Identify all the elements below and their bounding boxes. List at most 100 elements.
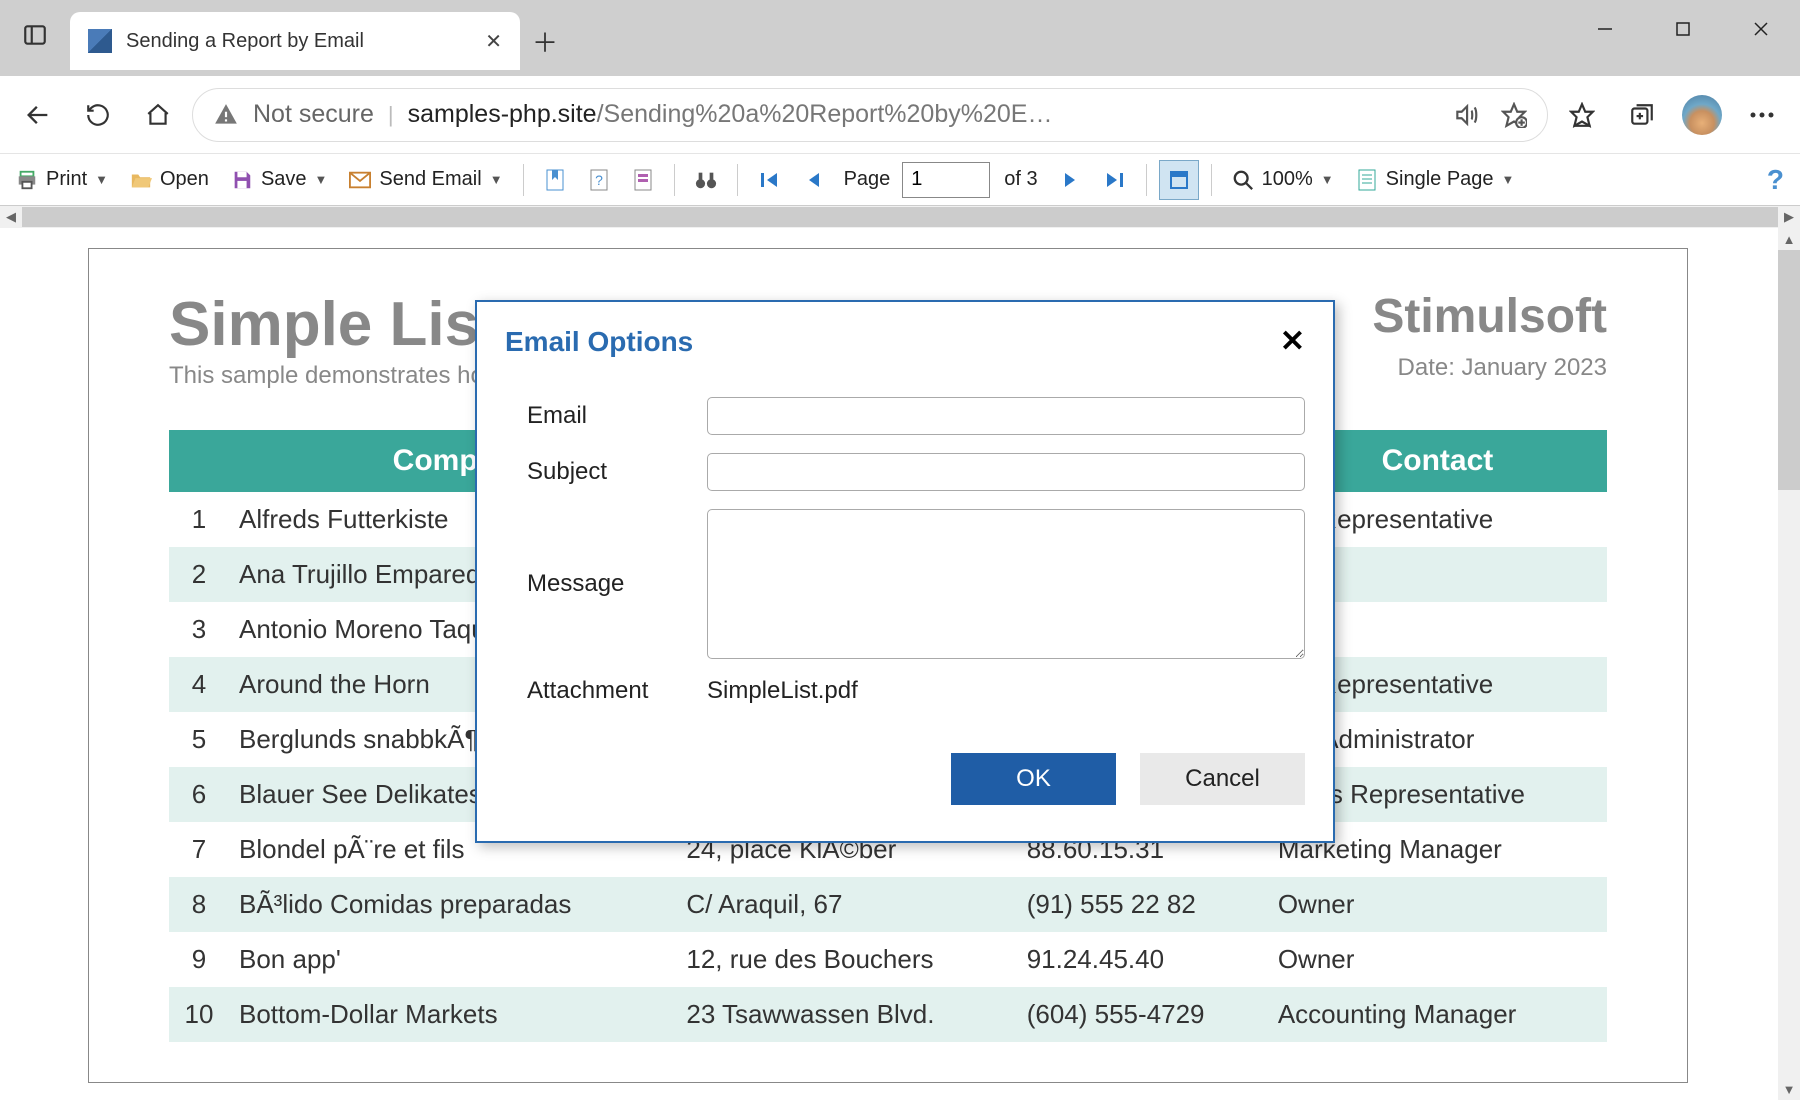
profile-button[interactable] xyxy=(1676,89,1728,141)
url-separator: | xyxy=(388,102,394,128)
parameters-icon: ? xyxy=(588,169,610,191)
scroll-right-arrow[interactable]: ▶ xyxy=(1778,206,1800,228)
tab-title: Sending a Report by Email xyxy=(126,30,364,53)
collections-button[interactable] xyxy=(1616,89,1668,141)
dialog-close-button[interactable]: ✕ xyxy=(1280,324,1305,359)
window-close-button[interactable] xyxy=(1722,0,1800,58)
toolbar-separator xyxy=(1146,164,1147,196)
scroll-left-arrow[interactable]: ◀ xyxy=(0,206,22,228)
table-cell: Accounting Manager xyxy=(1268,987,1607,1042)
print-button[interactable]: Print▼ xyxy=(8,160,116,200)
page-number-input[interactable] xyxy=(902,162,990,198)
next-page-button[interactable] xyxy=(1052,160,1090,200)
window-maximize-button[interactable] xyxy=(1644,0,1722,58)
toolbar-separator xyxy=(1211,164,1212,196)
scroll-down-arrow[interactable]: ▼ xyxy=(1778,1078,1800,1100)
table-cell: 8 xyxy=(169,877,229,932)
single-page-icon xyxy=(1356,169,1378,191)
magnifier-icon xyxy=(1232,169,1254,191)
dialog-title: Email Options xyxy=(505,326,693,358)
chevron-down-icon: ▼ xyxy=(490,172,503,187)
parameters-button[interactable]: ? xyxy=(580,160,618,200)
table-cell: 1 xyxy=(169,492,229,547)
zoom-button[interactable]: 100%▼ xyxy=(1224,160,1342,200)
refresh-button[interactable] xyxy=(72,89,124,141)
avatar xyxy=(1682,95,1722,135)
find-button[interactable] xyxy=(687,160,725,200)
table-cell: 9 xyxy=(169,932,229,987)
help-button[interactable]: ? xyxy=(1759,160,1792,200)
print-icon xyxy=(16,169,38,191)
browser-navbar: Not secure | samples-php.site/Sending%20… xyxy=(0,76,1800,154)
first-page-icon xyxy=(758,169,780,191)
svg-text:?: ? xyxy=(595,172,603,188)
resources-icon xyxy=(632,169,654,191)
table-cell: (91) 555 22 82 xyxy=(1017,877,1268,932)
table-row: 8BÃ³lido Comidas preparadasC/ Araquil, 6… xyxy=(169,877,1607,932)
favorite-add-icon[interactable] xyxy=(1501,102,1527,128)
email-options-dialog: Email Options ✕ Email Subject Message At… xyxy=(475,300,1335,843)
last-page-button[interactable] xyxy=(1096,160,1134,200)
table-cell: C/ Araquil, 67 xyxy=(676,877,1016,932)
chevron-down-icon: ▼ xyxy=(315,172,328,187)
browser-tab-active[interactable]: Sending a Report by Email ✕ xyxy=(70,12,520,70)
home-button[interactable] xyxy=(132,89,184,141)
table-cell: 23 Tsawwassen Blvd. xyxy=(676,987,1016,1042)
email-input[interactable] xyxy=(707,397,1305,435)
full-screen-button[interactable] xyxy=(1159,160,1199,200)
table-row: 9Bon app'12, rue des Bouchers91.24.45.40… xyxy=(169,932,1607,987)
table-row: 10Bottom-Dollar Markets23 Tsawwassen Blv… xyxy=(169,987,1607,1042)
bookmarks-button[interactable] xyxy=(536,160,574,200)
first-page-button[interactable] xyxy=(750,160,788,200)
menu-button[interactable] xyxy=(1736,89,1788,141)
tab-close-button[interactable]: ✕ xyxy=(485,29,502,54)
window-titlebar: Sending a Report by Email ✕ ＋ xyxy=(0,0,1800,76)
table-header xyxy=(169,430,229,492)
prev-page-button[interactable] xyxy=(794,160,832,200)
table-cell: Owner xyxy=(1268,877,1607,932)
chevron-down-icon: ▼ xyxy=(1321,172,1334,187)
chevron-down-icon: ▼ xyxy=(95,172,108,187)
view-mode-button[interactable]: Single Page▼ xyxy=(1348,160,1523,200)
table-cell: 5 xyxy=(169,712,229,767)
scroll-track[interactable] xyxy=(22,207,1778,227)
scroll-thumb[interactable] xyxy=(1778,250,1800,490)
attachment-value: SimpleList.pdf xyxy=(707,677,858,705)
table-cell: 91.24.45.40 xyxy=(1017,932,1268,987)
address-bar[interactable]: Not secure | samples-php.site/Sending%20… xyxy=(192,88,1548,142)
favorites-button[interactable] xyxy=(1556,89,1608,141)
new-tab-button[interactable]: ＋ xyxy=(520,12,570,70)
tab-actions-button[interactable] xyxy=(0,0,70,70)
subject-input[interactable] xyxy=(707,453,1305,491)
horizontal-scrollbar[interactable]: ◀ ▶ xyxy=(0,206,1800,228)
table-cell: 7 xyxy=(169,822,229,877)
prev-page-icon xyxy=(802,169,824,191)
save-button[interactable]: Save▼ xyxy=(223,160,335,200)
table-cell: 6 xyxy=(169,767,229,822)
bookmark-icon xyxy=(544,169,566,191)
report-subtitle: This sample demonstrates ho xyxy=(169,362,500,390)
table-cell: 2 xyxy=(169,547,229,602)
open-button[interactable]: Open xyxy=(122,160,217,200)
send-email-button[interactable]: Send Email▼ xyxy=(341,160,510,200)
ok-button[interactable]: OK xyxy=(951,753,1116,805)
window-minimize-button[interactable] xyxy=(1566,0,1644,58)
vertical-scrollbar[interactable]: ▲ ▼ xyxy=(1778,228,1800,1100)
table-cell: Bon app' xyxy=(229,932,676,987)
table-cell: Owner xyxy=(1268,932,1607,987)
cancel-button[interactable]: Cancel xyxy=(1140,753,1305,805)
last-page-icon xyxy=(1104,169,1126,191)
not-secure-label: Not secure xyxy=(253,100,374,129)
report-brand: Stimulsoft xyxy=(1372,289,1607,344)
read-aloud-icon[interactable] xyxy=(1453,102,1479,128)
toolbar-separator xyxy=(674,164,675,196)
table-cell: (604) 555-4729 xyxy=(1017,987,1268,1042)
scroll-up-arrow[interactable]: ▲ xyxy=(1778,228,1800,250)
chevron-down-icon: ▼ xyxy=(1502,172,1515,187)
back-button[interactable] xyxy=(12,89,64,141)
report-title: Simple List xyxy=(169,289,500,360)
report-date: Date: January 2023 xyxy=(1372,354,1607,382)
subject-label: Subject xyxy=(527,458,707,486)
resources-button[interactable] xyxy=(624,160,662,200)
message-textarea[interactable] xyxy=(707,509,1305,659)
